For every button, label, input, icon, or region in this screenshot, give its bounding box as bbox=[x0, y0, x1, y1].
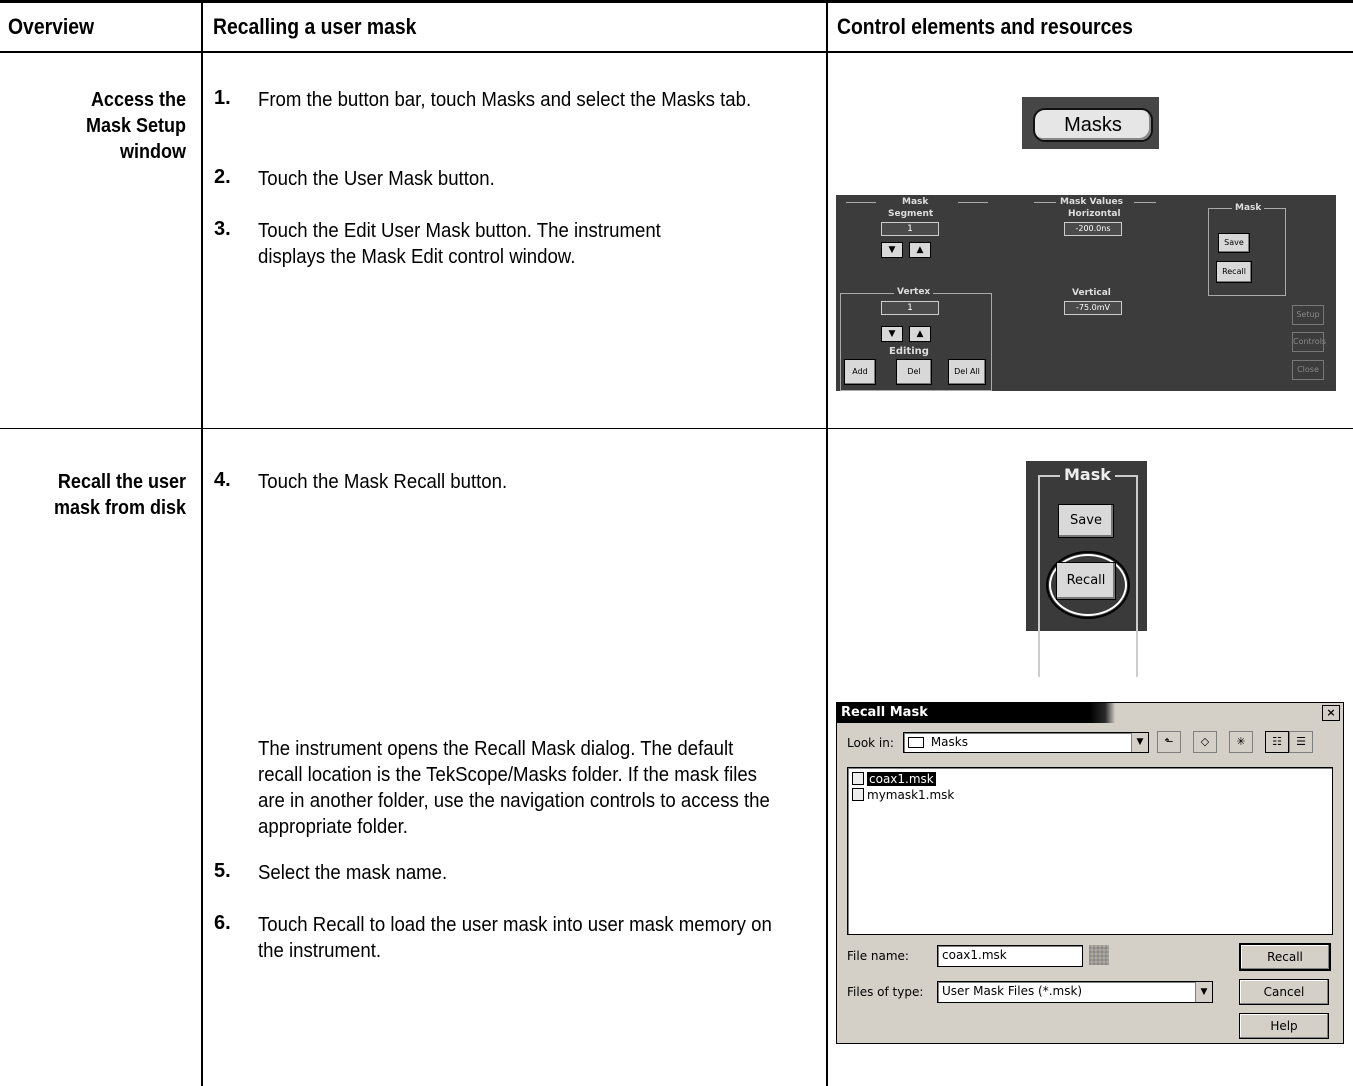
row-label-line: Recall the user bbox=[57, 471, 187, 493]
col-divider-1 bbox=[201, 0, 203, 1086]
mask-group-title: Mask bbox=[1060, 465, 1115, 484]
segment-field[interactable]: 1 bbox=[881, 222, 939, 236]
dialog-title: Recall Mask bbox=[841, 705, 928, 720]
file-icon bbox=[852, 788, 864, 801]
step-text: From the button bar, touch Masks and sel… bbox=[258, 89, 752, 111]
desktop-icon[interactable]: ◇ bbox=[1193, 731, 1217, 753]
step-number: 1. bbox=[214, 87, 231, 109]
step-text: The instrument opens the Recall Mask dia… bbox=[258, 738, 770, 838]
step-number: 3. bbox=[214, 218, 231, 240]
file-name: mymask1.msk bbox=[867, 788, 955, 802]
delete-all-vertices-button[interactable]: Del All bbox=[948, 359, 986, 385]
segment-label: Segment bbox=[888, 209, 934, 219]
horizontal-label: Horizontal bbox=[1068, 209, 1121, 219]
controls-button[interactable]: Controls bbox=[1292, 332, 1326, 352]
keyboard-icon[interactable] bbox=[1089, 945, 1109, 965]
mask-section-title: Mask bbox=[902, 197, 929, 207]
step-number: 5. bbox=[214, 860, 231, 882]
files-of-type-label: Files of type: bbox=[847, 985, 924, 999]
mask-save-button[interactable]: Save bbox=[1218, 233, 1250, 253]
row-label-line: window bbox=[120, 141, 186, 163]
file-name-input[interactable]: coax1.msk bbox=[937, 945, 1083, 967]
cancel-button[interactable]: Cancel bbox=[1239, 979, 1329, 1005]
divider bbox=[1034, 202, 1056, 203]
divider bbox=[1134, 202, 1156, 203]
row-label-recall-user-mask: Recall the user mask from disk bbox=[19, 469, 186, 521]
folder-icon bbox=[908, 737, 924, 748]
look-in-dropdown[interactable]: Masks ▼ bbox=[903, 732, 1149, 753]
recall-button[interactable]: Recall bbox=[1239, 943, 1331, 971]
file-name-value: coax1.msk bbox=[942, 948, 1007, 962]
details-view-icon[interactable]: ☰ bbox=[1289, 731, 1313, 753]
step-number: 4. bbox=[214, 469, 231, 491]
files-of-type-dropdown[interactable]: User Mask Files (*.msk) ▼ bbox=[937, 981, 1213, 1003]
header-procedure: Recalling a user mask bbox=[213, 14, 417, 39]
mask-recall-zoom: Mask Save Recall bbox=[1026, 461, 1147, 677]
step-number: 2. bbox=[214, 166, 231, 188]
step-text: Touch the User Mask button. bbox=[258, 168, 495, 190]
step-number: 6. bbox=[214, 912, 231, 934]
files-of-type-value: User Mask Files (*.msk) bbox=[942, 984, 1083, 998]
col-divider-2 bbox=[826, 0, 828, 1086]
mask-recall-button[interactable]: Recall bbox=[1216, 261, 1252, 283]
mask-values-title: Mask Values bbox=[1060, 197, 1124, 207]
look-in-value: Masks bbox=[930, 735, 968, 749]
recall-mask-dialog: Recall Mask × Look in: Masks ▼ ⬑ ◇ ✳ ☷ ☰… bbox=[836, 702, 1344, 1044]
divider bbox=[840, 293, 870, 294]
step-text: Touch the Edit User Mask button. The ins… bbox=[258, 220, 661, 268]
delete-vertex-button[interactable]: Del bbox=[896, 359, 932, 385]
step-text: Touch the Mask Recall button. bbox=[258, 471, 508, 493]
header-resources: Control elements and resources bbox=[837, 14, 1133, 39]
mask-save-button[interactable]: Save bbox=[1058, 504, 1114, 538]
vertex-down-button[interactable]: ▼ bbox=[881, 326, 903, 342]
mask-recall-button[interactable]: Recall bbox=[1056, 562, 1116, 600]
mask-group-title: Mask bbox=[1232, 203, 1265, 213]
segment-up-button[interactable]: ▲ bbox=[909, 242, 931, 258]
close-button[interactable]: Close bbox=[1292, 360, 1324, 380]
vertex-field[interactable]: 1 bbox=[881, 301, 939, 315]
close-icon[interactable]: × bbox=[1322, 705, 1340, 721]
file-name: coax1.msk bbox=[867, 772, 936, 786]
segment-down-button[interactable]: ▼ bbox=[881, 242, 903, 258]
step-text: Touch Recall to load the user mask into … bbox=[258, 914, 772, 962]
editing-label: Editing bbox=[889, 346, 929, 357]
file-icon bbox=[852, 772, 864, 785]
vertical-field[interactable]: -75.0mV bbox=[1064, 301, 1122, 315]
header-overview: Overview bbox=[8, 14, 95, 39]
file-item[interactable]: mymask1.msk bbox=[852, 788, 954, 802]
file-list[interactable]: coax1.msk mymask1.msk bbox=[847, 767, 1333, 935]
row-label-line: mask from disk bbox=[53, 497, 186, 519]
vertex-label: Vertex bbox=[894, 287, 934, 297]
list-view-icon[interactable]: ☷ bbox=[1265, 731, 1289, 753]
divider bbox=[958, 202, 988, 203]
add-vertex-button[interactable]: Add bbox=[844, 359, 876, 385]
mask-edit-window: Mask Segment 1 ▼ ▲ Vertex 1 ▼ ▲ Editing … bbox=[836, 195, 1336, 391]
new-folder-icon[interactable]: ✳ bbox=[1229, 731, 1253, 753]
chevron-down-icon[interactable]: ▼ bbox=[1195, 982, 1212, 1002]
help-button[interactable]: Help bbox=[1239, 1013, 1329, 1039]
divider bbox=[846, 202, 876, 203]
row-label-line: Access the bbox=[90, 89, 186, 111]
vertex-up-button[interactable]: ▲ bbox=[909, 326, 931, 342]
row-label-access-mask-setup: Access the Mask Setup window bbox=[19, 87, 186, 165]
step-text: Select the mask name. bbox=[258, 862, 448, 884]
setup-button[interactable]: Setup bbox=[1292, 305, 1324, 325]
masks-button[interactable]: Masks bbox=[1033, 108, 1153, 142]
chevron-down-icon[interactable]: ▼ bbox=[1131, 733, 1148, 752]
file-name-label: File name: bbox=[847, 949, 909, 963]
file-item[interactable]: coax1.msk bbox=[852, 772, 936, 786]
vertical-label: Vertical bbox=[1072, 288, 1111, 298]
look-in-label: Look in: bbox=[847, 736, 894, 750]
row-label-line: Mask Setup bbox=[85, 115, 186, 137]
up-folder-icon[interactable]: ⬑ bbox=[1157, 731, 1181, 753]
horizontal-field[interactable]: -200.0ns bbox=[1064, 222, 1122, 236]
